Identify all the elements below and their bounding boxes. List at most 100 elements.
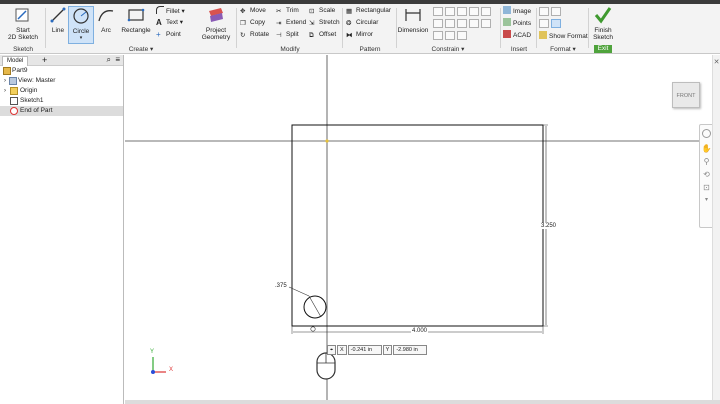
scale-label: Scale [319,7,336,14]
offset-button[interactable]: ⧉ Offset [309,30,336,40]
concentric-constraint-icon[interactable] [457,7,467,16]
tangent-constraint-icon[interactable] [469,19,479,28]
show-format-button[interactable]: Show Format [539,31,588,41]
mirror-button[interactable]: ⧓ Mirror [346,30,373,40]
image-label: Image [513,8,532,15]
x-coord-input[interactable]: -0.241 in [347,345,382,355]
stretch-icon: ⇲ [309,20,315,27]
show-format-label: Show Format [549,33,588,40]
fix-constraint-icon[interactable] [469,7,479,16]
tab-model[interactable]: Model [2,56,29,66]
centerline-icon[interactable] [551,7,561,16]
status-bar [125,400,720,404]
symmetric-constraint-icon[interactable] [445,31,455,40]
tree-item-part[interactable]: Part9 [0,66,123,76]
fillet-button[interactable]: Fillet ▾ [156,6,185,16]
extend-button[interactable]: ⇥ Extend [276,18,306,28]
y-coord-input[interactable]: -2.980 in [393,345,428,355]
points-button[interactable]: Points [503,18,531,28]
point-button[interactable]: + Point [156,30,181,40]
arc-button[interactable]: Arc [96,6,116,34]
origin-point [325,139,329,143]
coordinate-readout: ⌖ X -0.241 in Y -2.980 in [327,345,428,355]
menu-icon[interactable]: ≡ [115,55,120,65]
horizontal-constraint-icon[interactable] [481,7,491,16]
parallel-constraint-icon[interactable] [433,19,443,28]
browser-tabs: Model + ⌕ ≡ [0,55,123,66]
stretch-button[interactable]: ⇲ Stretch [309,18,340,28]
circular-pattern-button[interactable]: ❂ Circular [346,18,378,28]
tree-item-view[interactable]: › View: Master [0,76,123,86]
center-point-icon[interactable] [539,19,549,28]
tree-item-sketch[interactable]: Sketch1 [0,96,123,106]
right-scroll-area: ✕ [712,55,720,404]
checkmark-icon [594,7,612,24]
rectangle-icon [127,8,145,22]
width-dimension-text[interactable]: 4.000 [411,328,429,334]
smooth-constraint-icon[interactable] [433,31,443,40]
copy-icon: ❐ [240,20,246,27]
height-dimension-text[interactable]: 3.250 [540,223,558,229]
acad-button[interactable]: ACAD [503,30,531,40]
rectangular-pattern-button[interactable]: ▦ Rectangular [346,6,391,16]
move-label: Move [250,7,266,14]
dimension-button[interactable]: Dimension [397,6,429,34]
expand-icon[interactable]: › [4,86,6,96]
copy-label: Copy [250,19,266,26]
exit-group: Finish Sketch Exit [588,4,618,54]
text-button[interactable]: A Text ▾ [156,18,183,28]
move-icon: ✥ [240,8,246,15]
viewcube[interactable]: FRONT [672,82,700,108]
circle-dimension-text[interactable]: .375 [274,283,288,289]
rotate-button[interactable]: ↻ Rotate [240,30,269,40]
circle-label: Circle [72,28,90,35]
collinear-constraint-icon[interactable] [445,7,455,16]
steering-wheel-icon[interactable] [702,129,711,138]
circle-dropdown-icon[interactable]: ▾ [69,35,93,42]
split-button[interactable]: ⊣ Split [276,30,299,40]
point-label: Point [166,31,181,38]
perpendicular-constraint-icon[interactable] [445,19,455,28]
line-button[interactable]: Line [48,6,68,34]
vertical-constraint-icon[interactable] [457,19,467,28]
search-icon[interactable]: ⌕ [107,55,111,65]
equal-constraint-icon[interactable] [481,19,491,28]
coord-mode-icon[interactable]: ⌖ [327,345,336,355]
move-button[interactable]: ✥ Move [240,6,266,16]
text-label: Text [166,19,178,26]
show-constraints-icon[interactable] [457,31,467,40]
trim-button[interactable]: ✂ Trim [276,6,299,16]
project-geometry-button[interactable]: Project Geometry [196,6,236,41]
driven-dimension-icon[interactable] [551,19,561,28]
arc-label: Arc [101,27,111,34]
pattern-group: ▦ Rectangular ❂ Circular ⧓ Mirror Pattern [344,4,396,54]
cursor-snap-point [310,326,316,332]
add-tab-button[interactable]: + [42,55,47,65]
expand-icon[interactable]: › [4,76,6,86]
modify-group-label: Modify [280,46,300,53]
tree-item-end-of-part[interactable]: End of Part [0,106,123,116]
circle-button[interactable]: Circle ▾ [68,6,94,44]
sketch-rectangle [291,124,544,327]
coincident-constraint-icon[interactable] [433,7,443,16]
finish-sketch-button[interactable]: Finish Sketch [590,6,616,41]
mirror-label: Mirror [356,31,373,38]
rectangle-button[interactable]: Rectangle [118,6,154,34]
image-button[interactable]: Image [503,6,531,16]
rectangular-pattern-icon: ▦ [346,8,353,15]
tree-item-origin[interactable]: › Origin [0,86,123,96]
start-2d-sketch-button[interactable]: Start 2D Sketch [4,6,42,41]
constrain-group-label: Constrain ▾ [431,46,465,53]
scale-button[interactable]: ⊡ Scale [309,6,335,16]
rotate-label: Rotate [250,31,270,38]
line-icon [50,7,66,23]
format-group: Show Format Format ▾ [537,4,589,54]
copy-button[interactable]: ❐ Copy [240,18,265,28]
construction-icon[interactable] [539,7,549,16]
sketch-group-label: Sketch [13,46,33,53]
x-coord-label: X [337,345,347,355]
trim-icon: ✂ [276,8,282,15]
finish-sketch-label: Finish Sketch [593,27,613,41]
circle-diameter-line [308,295,322,318]
close-icon[interactable]: ✕ [713,58,720,66]
